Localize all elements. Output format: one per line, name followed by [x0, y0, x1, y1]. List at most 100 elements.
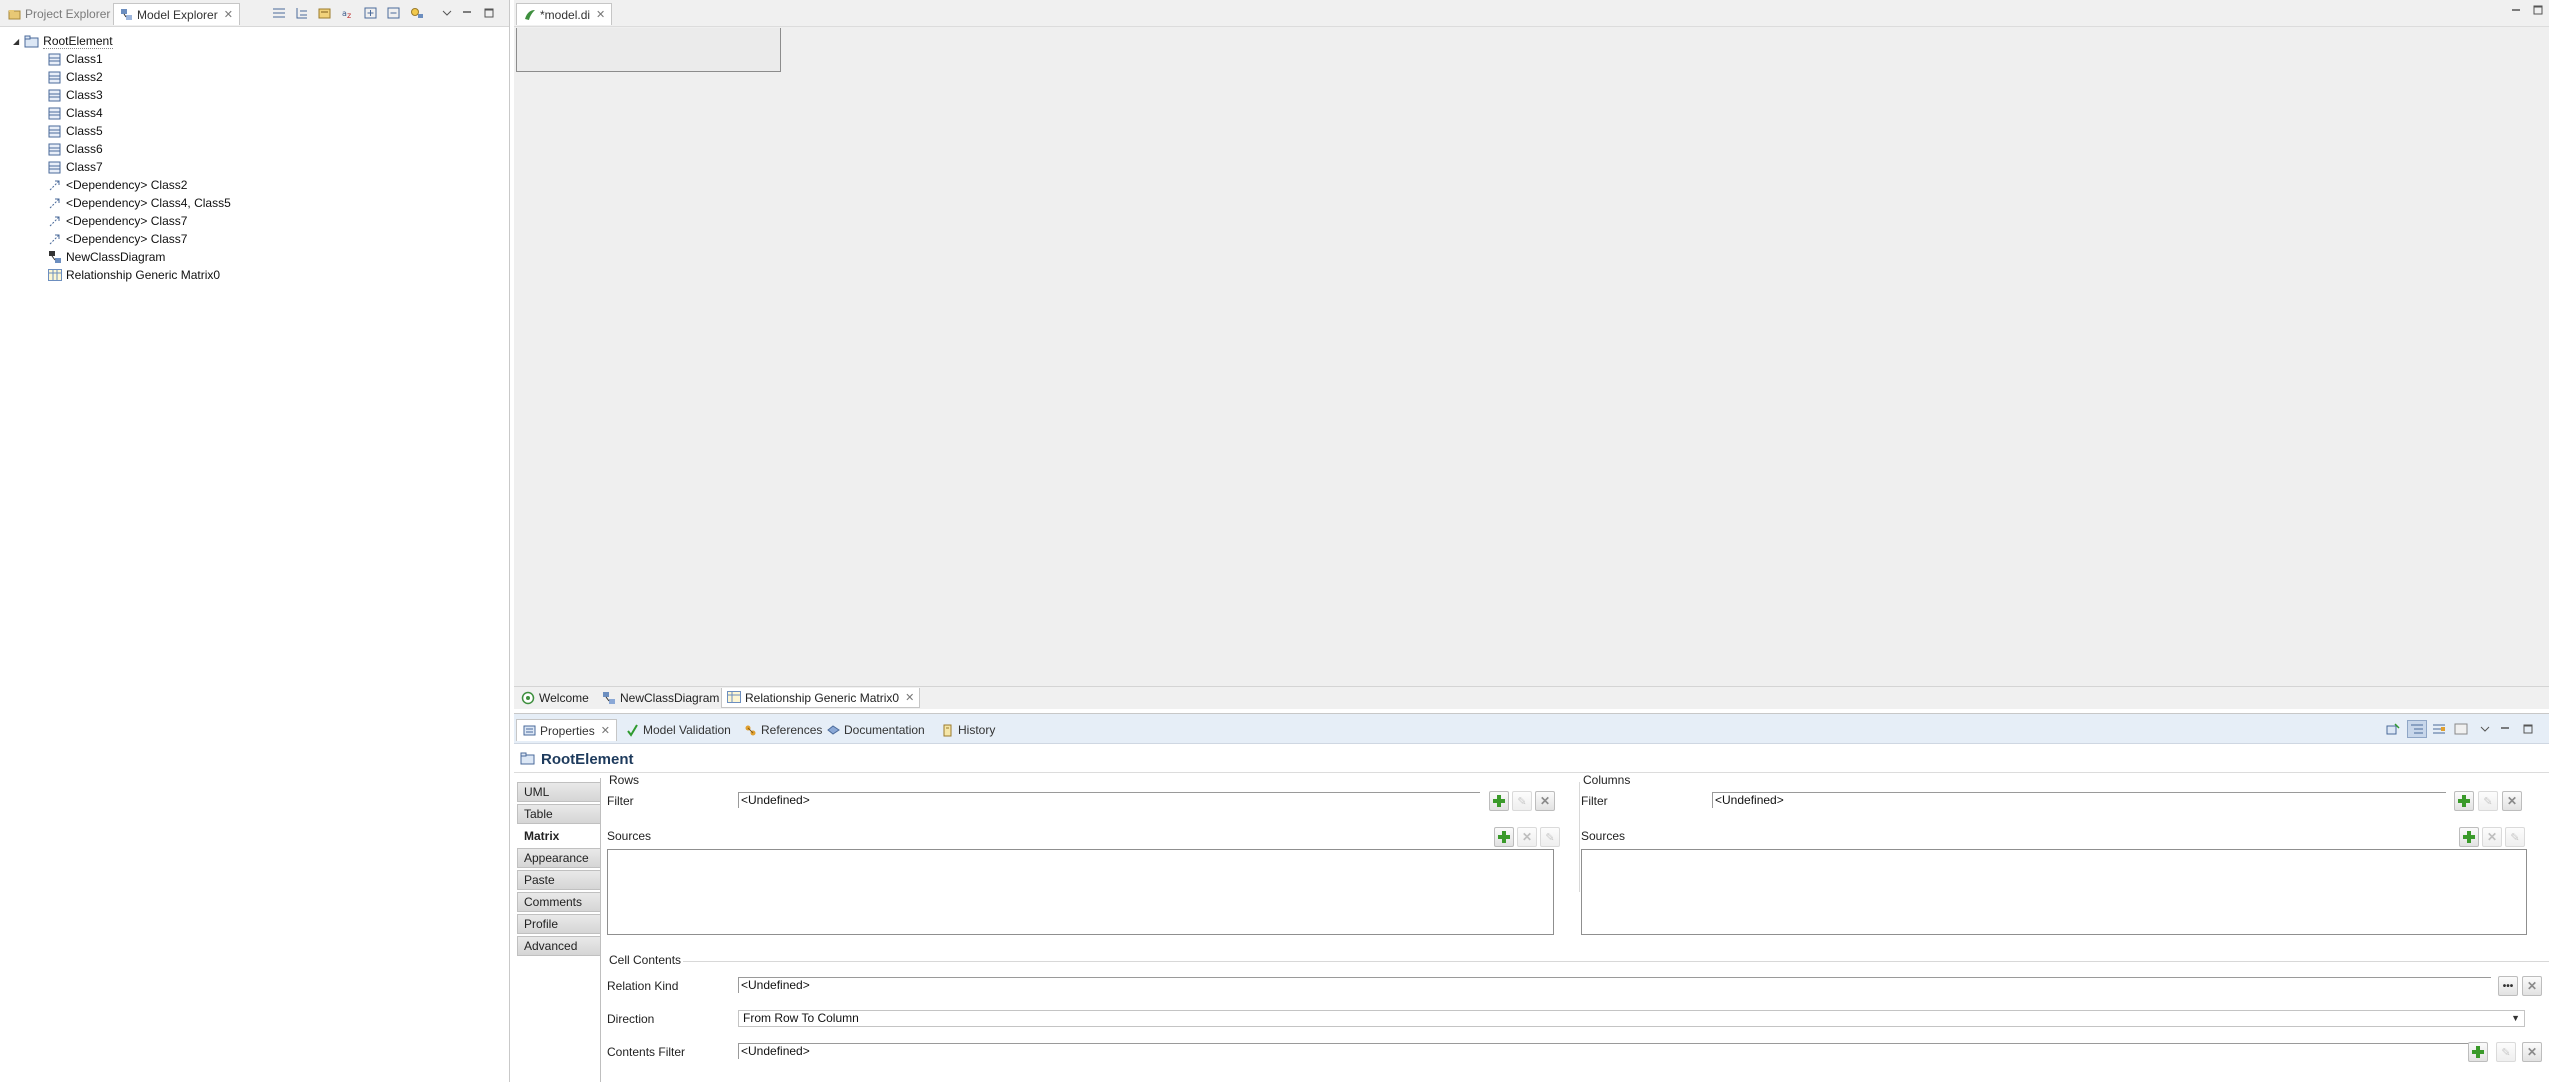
- tree-item[interactable]: Class7: [47, 159, 103, 175]
- rows-sources-remove-button[interactable]: ✕: [1517, 827, 1537, 847]
- tab-model-di[interactable]: *model.di ✕: [516, 3, 613, 25]
- tree-item-label: Class4: [66, 106, 103, 120]
- columns-filter-remove-button[interactable]: ✕: [2502, 791, 2522, 811]
- relation-kind-field[interactable]: <Undefined>: [738, 977, 2491, 993]
- package-icon: [24, 34, 39, 48]
- tree-item[interactable]: Class1: [47, 51, 103, 67]
- columns-sources-edit-button[interactable]: ✎: [2505, 827, 2525, 847]
- minimize-icon[interactable]: [459, 6, 475, 20]
- close-icon[interactable]: ✕: [224, 8, 233, 21]
- matrix-canvas[interactable]: [516, 28, 781, 72]
- page-tab-label: NewClassDiagram: [620, 691, 720, 705]
- link-with-editor-icon[interactable]: [294, 6, 310, 20]
- tab-model-validation[interactable]: Model Validation: [620, 719, 737, 741]
- tab-documentation[interactable]: Documentation: [821, 719, 931, 741]
- page-tab-label: Relationship Generic Matrix0: [745, 690, 900, 705]
- rows-sources-add-button[interactable]: [1494, 827, 1514, 847]
- restore-defaults-icon[interactable]: [2453, 722, 2469, 736]
- tab-label: Project Explorer: [25, 7, 111, 21]
- tree-item[interactable]: <Dependency> Class4, Class5: [47, 195, 231, 211]
- rows-filter-add-button[interactable]: [1489, 791, 1509, 811]
- side-tab-comments[interactable]: Comments: [517, 892, 601, 912]
- tree-item-label: <Dependency> Class4, Class5: [66, 196, 231, 210]
- rows-group-label: Rows: [607, 773, 642, 787]
- tree-item[interactable]: Class6: [47, 141, 103, 157]
- side-tab-table[interactable]: Table: [517, 804, 601, 824]
- maximize-icon[interactable]: [2520, 722, 2536, 736]
- editor-area: *model.di ✕ Welcome NewClassDiagram Rela…: [514, 0, 2549, 709]
- class-icon: [47, 88, 62, 102]
- pin-view-icon[interactable]: [2385, 722, 2401, 736]
- tree-item[interactable]: Class4: [47, 105, 103, 121]
- add-icon: [2458, 795, 2470, 807]
- minimize-icon[interactable]: [2511, 4, 2521, 18]
- side-tab-uml[interactable]: UML: [517, 782, 601, 802]
- sort-icon[interactable]: az: [340, 6, 356, 20]
- side-tab-profile[interactable]: Profile: [517, 914, 601, 934]
- page-tab-newclassdiagram[interactable]: NewClassDiagram: [597, 688, 724, 708]
- rows-filter-field[interactable]: <Undefined>: [738, 792, 1480, 808]
- columns-filter-field[interactable]: <Undefined>: [1712, 792, 2446, 808]
- validation-check-icon: [626, 723, 639, 737]
- relation-kind-label: Relation Kind: [607, 979, 679, 993]
- relation-kind-browse-button[interactable]: •••: [2498, 976, 2518, 996]
- columns-filter-edit-button[interactable]: ✎: [2478, 791, 2498, 811]
- side-tabs-divider: [600, 778, 601, 1082]
- view-menu-icon[interactable]: [439, 6, 455, 20]
- tree-item[interactable]: Relationship Generic Matrix0: [47, 267, 220, 283]
- maximize-icon[interactable]: [481, 6, 497, 20]
- tab-label: Documentation: [844, 723, 925, 737]
- close-icon[interactable]: ✕: [596, 8, 605, 21]
- tree-item-label: NewClassDiagram: [66, 250, 166, 264]
- rows-sources-edit-button[interactable]: ✎: [1540, 827, 1560, 847]
- tab-project-explorer[interactable]: Project Explorer: [2, 3, 116, 25]
- columns-sources-remove-button[interactable]: ✕: [2482, 827, 2502, 847]
- close-icon[interactable]: ✕: [601, 724, 610, 737]
- expand-icon[interactable]: [363, 6, 379, 20]
- contents-filter-add-button[interactable]: [2468, 1042, 2488, 1062]
- contents-filter-remove-button[interactable]: ✕: [2522, 1042, 2542, 1062]
- side-tab-advanced[interactable]: Advanced: [517, 936, 601, 956]
- relation-kind-clear-button[interactable]: ✕: [2522, 976, 2542, 996]
- customize-icon[interactable]: [317, 6, 333, 20]
- maximize-icon[interactable]: [2533, 4, 2543, 18]
- contents-filter-edit-button[interactable]: ✎: [2496, 1042, 2516, 1062]
- columns-sources-add-button[interactable]: [2459, 827, 2479, 847]
- rows-filter-remove-button[interactable]: ✕: [1535, 791, 1555, 811]
- minimize-icon[interactable]: [2497, 722, 2513, 736]
- edit-icon: ✎: [2483, 795, 2493, 808]
- side-tab-paste[interactable]: Paste: [517, 870, 601, 890]
- show-categories-icon[interactable]: [2431, 722, 2447, 736]
- side-tab-matrix[interactable]: Matrix: [517, 826, 601, 846]
- tree-item[interactable]: Class3: [47, 87, 103, 103]
- add-icon: [1493, 795, 1505, 807]
- view-menu-icon[interactable]: [2477, 722, 2493, 736]
- page-tab-relationship-matrix[interactable]: Relationship Generic Matrix0 ✕: [721, 688, 921, 708]
- collapse-icon[interactable]: [386, 6, 402, 20]
- tab-references[interactable]: References: [738, 719, 828, 741]
- tree-item[interactable]: NewClassDiagram: [47, 249, 165, 265]
- direction-select[interactable]: From Row To Column ▼: [738, 1010, 2525, 1027]
- contents-filter-field[interactable]: <Undefined>: [738, 1043, 2485, 1059]
- tab-history[interactable]: History: [935, 719, 1001, 741]
- tree-item[interactable]: <Dependency> Class7: [47, 231, 187, 247]
- tree-item[interactable]: Class5: [47, 123, 103, 139]
- collapse-all-icon[interactable]: [271, 6, 287, 20]
- tree-item[interactable]: Class2: [47, 69, 103, 85]
- page-tab-welcome[interactable]: Welcome: [516, 688, 594, 708]
- tree-item[interactable]: <Dependency> Class2: [47, 177, 187, 193]
- expand-arrow-icon[interactable]: ◢: [13, 37, 19, 46]
- close-icon[interactable]: ✕: [905, 691, 914, 704]
- columns-sources-list[interactable]: [1581, 849, 2527, 935]
- rows-filter-edit-button[interactable]: ✎: [1512, 791, 1532, 811]
- tree-view-toggle-icon[interactable]: [2407, 720, 2427, 738]
- tab-properties[interactable]: Properties ✕: [516, 719, 617, 741]
- columns-filter-add-button[interactable]: [2454, 791, 2474, 811]
- rows-sources-list[interactable]: [607, 849, 1554, 935]
- tree-root[interactable]: ◢ RootElement: [13, 33, 113, 49]
- side-tab-appearance[interactable]: Appearance: [517, 848, 601, 868]
- svg-text:z: z: [347, 11, 351, 19]
- filter-icon[interactable]: [409, 6, 425, 20]
- tree-item[interactable]: <Dependency> Class7: [47, 213, 187, 229]
- tab-model-explorer[interactable]: Model Explorer ✕: [113, 3, 240, 25]
